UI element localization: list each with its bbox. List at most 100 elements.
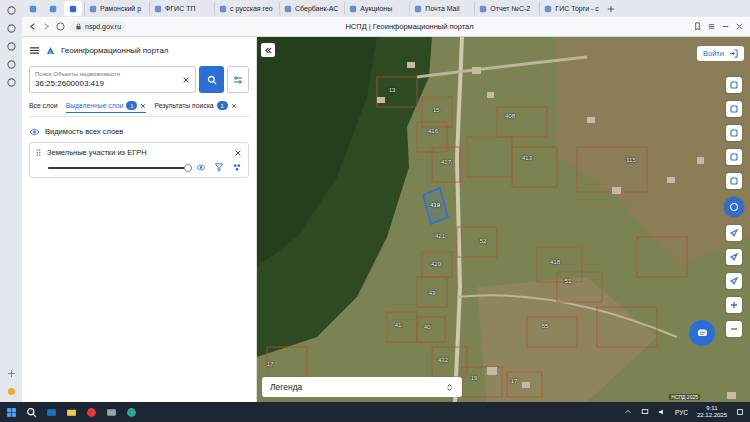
search-settings-button[interactable] <box>227 66 249 93</box>
file-explorer-icon[interactable] <box>66 407 77 418</box>
outlook-icon[interactable] <box>46 407 57 418</box>
opacity-slider[interactable] <box>48 167 188 169</box>
remove-layer-icon[interactable] <box>234 149 242 157</box>
edge-icon[interactable] <box>126 407 137 418</box>
yandex-icon[interactable] <box>56 22 65 31</box>
parcel-label[interactable]: 41 <box>395 322 402 328</box>
parcel-label[interactable]: 421 <box>435 233 445 239</box>
browser-tab[interactable]: Почта Mail <box>409 1 472 16</box>
favicon-icon <box>49 5 57 13</box>
visibility-row[interactable]: Видимость всех слоев <box>29 127 249 136</box>
parcel-label[interactable]: 420 <box>431 261 441 267</box>
menu-icon[interactable] <box>707 22 716 31</box>
sidebar-app-icon[interactable] <box>7 60 16 69</box>
back-icon[interactable] <box>28 22 37 31</box>
zoom-out-button[interactable] <box>726 321 742 337</box>
new-tab-icon[interactable] <box>607 5 615 13</box>
bookmark-icon[interactable] <box>693 22 702 31</box>
sidebar-app-icon[interactable] <box>7 78 16 87</box>
parcel-label[interactable]: 417 <box>441 159 451 165</box>
sliders-icon <box>233 75 243 85</box>
clock[interactable]: 9:11 22.12.2025 <box>697 405 727 419</box>
browser-tab[interactable]: ГИС Торги - с <box>539 1 603 16</box>
browser-tab[interactable]: ФГИС ТП <box>149 1 212 16</box>
basemap-button[interactable] <box>724 197 744 217</box>
parcel-label[interactable]: 15 <box>433 107 440 113</box>
map-tool-button[interactable] <box>726 225 742 241</box>
parcel-label[interactable]: 17 <box>267 361 274 367</box>
pinned-tab[interactable] <box>44 1 62 16</box>
yandex-browser-icon[interactable] <box>86 407 97 418</box>
legend-bar[interactable]: Легенда <box>262 377 462 397</box>
map-tool-button[interactable] <box>726 273 742 289</box>
browser-tab[interactable]: Рамонский р <box>84 1 147 16</box>
zoom-in-button[interactable] <box>726 297 742 313</box>
style-icon[interactable] <box>232 163 242 172</box>
parcel-label[interactable]: 13 <box>389 87 396 93</box>
close-icon[interactable] <box>735 22 744 31</box>
eye-icon[interactable] <box>196 163 206 172</box>
minimize-icon[interactable] <box>721 22 730 31</box>
minus-icon <box>729 324 739 334</box>
parcel-label[interactable]: 52 <box>480 238 487 244</box>
forward-icon[interactable] <box>42 22 51 31</box>
parcel-label[interactable]: 51 <box>565 278 572 284</box>
sidebar-app-icon[interactable] <box>7 42 16 51</box>
pinned-tab[interactable] <box>64 1 82 16</box>
hamburger-icon[interactable] <box>29 46 40 55</box>
mail-icon[interactable] <box>106 407 117 418</box>
chat-button[interactable] <box>689 320 715 346</box>
login-button[interactable]: Войти <box>697 46 744 61</box>
parcel-label[interactable]: 55 <box>542 323 549 329</box>
locate-icon <box>729 276 739 286</box>
parcel-label[interactable]: 418 <box>550 259 560 265</box>
pinned-tab[interactable] <box>24 1 42 16</box>
parcel-label[interactable]: 416 <box>428 128 438 134</box>
parcel-label[interactable]: 408 <box>505 113 515 119</box>
browser-tab[interactable]: Сбербанк-АС <box>279 1 342 16</box>
parcel-label[interactable]: 432 <box>438 357 448 363</box>
panel-tab[interactable]: Выделенные слои 1 <box>66 99 147 113</box>
tray-arrow-icon[interactable] <box>624 408 632 416</box>
add-icon[interactable] <box>7 369 16 378</box>
windows-start-icon[interactable] <box>6 407 17 418</box>
left-panel: Геоинформационный портал Поиск Объекты н… <box>22 37 257 402</box>
parcel-label[interactable]: 17 <box>511 378 518 384</box>
parcel-label[interactable]: 413 <box>522 155 532 161</box>
language-indicator[interactable]: РУС <box>675 409 688 416</box>
browser-tab[interactable]: Аукционы <box>344 1 407 16</box>
search-icon[interactable] <box>26 407 37 418</box>
panel-tab[interactable]: Все слои <box>29 100 58 112</box>
filter-icon[interactable] <box>214 163 224 172</box>
search-button[interactable] <box>199 66 224 93</box>
map-tool-button[interactable] <box>726 149 742 165</box>
map-tool-button[interactable] <box>726 101 742 117</box>
url-field[interactable]: nspd.gov.ru <box>70 21 126 32</box>
favicon-icon <box>544 5 552 13</box>
parcel-label[interactable]: 43 <box>429 290 436 296</box>
parcel-label[interactable]: 419 <box>430 202 440 208</box>
collapse-panel-button[interactable] <box>261 43 275 57</box>
drag-handle-icon[interactable] <box>36 148 41 157</box>
parcel-label[interactable]: 115 <box>626 157 636 163</box>
alice-icon[interactable] <box>7 387 16 396</box>
volume-icon[interactable] <box>658 408 666 416</box>
browser-tab[interactable]: Отчет №С-2 <box>474 1 537 16</box>
sidebar-app-icon[interactable] <box>7 24 16 33</box>
search-field[interactable]: Поиск Объекты недвижимости 36:25:2600003… <box>29 66 196 93</box>
parcel-label[interactable]: 19 <box>471 375 478 381</box>
close-tab-icon[interactable] <box>140 103 146 109</box>
notifications-icon[interactable] <box>736 408 744 416</box>
network-icon[interactable] <box>641 408 649 416</box>
map-tool-button[interactable] <box>726 173 742 189</box>
browser-tab[interactable]: с русская гео <box>214 1 277 16</box>
panel-tab[interactable]: Результаты поиска 1 <box>154 99 236 113</box>
sidebar-app-icon[interactable] <box>7 6 16 15</box>
close-tab-icon[interactable] <box>231 103 237 109</box>
map-tool-button[interactable] <box>726 125 742 141</box>
map-tool-button[interactable] <box>726 249 742 265</box>
parcel-label[interactable]: 40 <box>424 324 431 330</box>
map[interactable]: 13 15 416 408 417 413 115 419 421 52 418 420 51 43 41 4… <box>257 37 750 402</box>
map-tool-button[interactable] <box>726 77 742 93</box>
clear-icon[interactable] <box>182 76 190 84</box>
